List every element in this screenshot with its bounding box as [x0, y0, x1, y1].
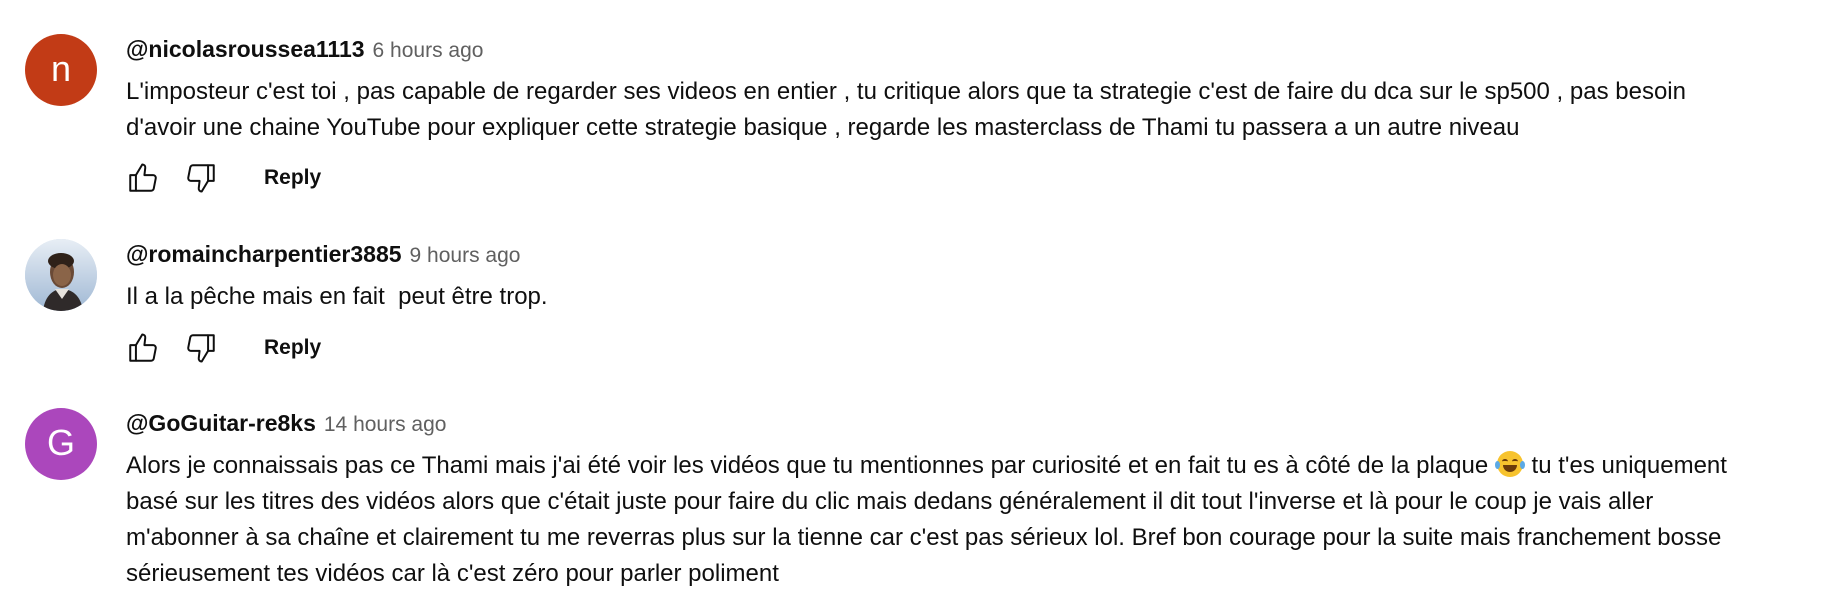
like-button[interactable] — [124, 159, 162, 197]
avatar[interactable] — [25, 239, 97, 311]
author-name[interactable]: @GoGuitar-re8ks — [126, 410, 316, 437]
dislike-button[interactable] — [182, 329, 220, 367]
comment-timestamp[interactable]: 6 hours ago — [373, 39, 484, 63]
avatar-letter: n — [50, 48, 72, 89]
comment-text: Il a la pêche mais en fait peut être tro… — [126, 283, 548, 310]
thumbs-up-icon — [129, 333, 157, 362]
comment-text-part: Alors je connaissais pas ce Thami mais j… — [126, 452, 1495, 479]
face-with-tears-of-joy-emoji-icon — [1494, 451, 1525, 477]
comment-text: L'imposteur c'est toi , pas capable de r… — [126, 78, 1686, 141]
avatar[interactable]: n — [25, 34, 97, 106]
dislike-button[interactable] — [182, 159, 220, 197]
comment-actions: Reply — [124, 329, 321, 367]
avatar[interactable]: G — [25, 408, 97, 480]
thumbs-up-icon — [129, 163, 157, 192]
comment-actions: Reply — [124, 159, 321, 197]
reply-button[interactable]: Reply — [264, 166, 321, 190]
comment-timestamp[interactable]: 9 hours ago — [410, 244, 521, 268]
avatar-letter: G — [46, 422, 75, 463]
comment-header: @nicolasroussea1113 6 hours ago — [126, 36, 483, 63]
user-photo-icon — [25, 239, 97, 311]
like-button[interactable] — [124, 329, 162, 367]
thumbs-down-icon — [187, 334, 215, 363]
thumbs-down-icon — [187, 164, 215, 193]
author-name[interactable]: @romaincharpentier3885 — [126, 241, 402, 268]
comment-header: @GoGuitar-re8ks 14 hours ago — [126, 410, 446, 437]
author-name[interactable]: @nicolasroussea1113 — [126, 36, 365, 63]
comment-timestamp[interactable]: 14 hours ago — [324, 413, 447, 437]
comment-text: Alors je connaissais pas ce Thami mais j… — [126, 448, 1826, 592]
reply-button[interactable]: Reply — [264, 336, 321, 360]
comment-header: @romaincharpentier3885 9 hours ago — [126, 241, 520, 268]
